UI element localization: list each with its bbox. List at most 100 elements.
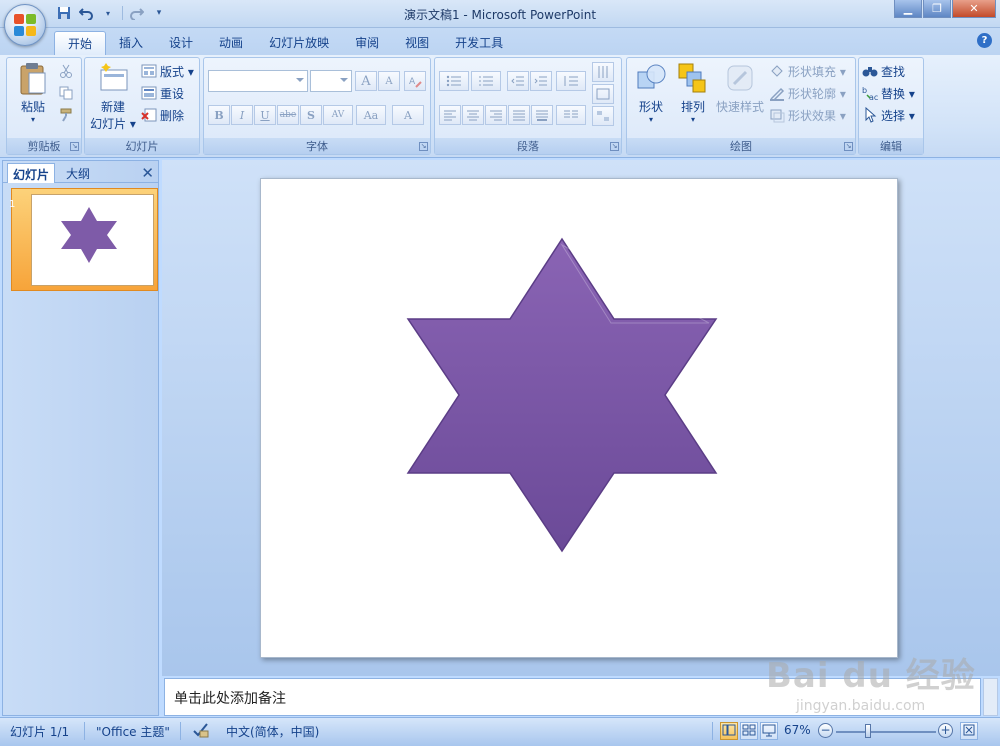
quick-styles-label: 快速样式 [715, 100, 764, 114]
language-status[interactable]: 中文(简体，中国) [226, 723, 319, 740]
notes-scrollbar[interactable] [983, 678, 998, 716]
tab-slideshow[interactable]: 幻灯片放映 [256, 31, 342, 55]
tab-review[interactable]: 审阅 [342, 31, 392, 55]
quick-styles-button[interactable]: 快速样式 [713, 62, 767, 115]
shapes-label: 形状 [638, 100, 663, 114]
delete-button[interactable]: 删除 [141, 105, 184, 125]
align-text-icon [596, 88, 610, 100]
slide-sorter-view-button[interactable] [740, 722, 758, 740]
group-slides: 新建 幻灯片 ▾ 版式 ▾ 重设 删除 幻灯片 [84, 57, 200, 155]
underline-button[interactable]: U [254, 105, 276, 125]
spellcheck-icon[interactable] [192, 721, 210, 742]
align-right-button[interactable] [485, 105, 507, 125]
tab-animations[interactable]: 动画 [206, 31, 256, 55]
group-label-editing: 编辑 [859, 138, 923, 154]
bold-button[interactable]: B [208, 105, 230, 125]
justify-button[interactable] [508, 105, 530, 125]
font-color-button[interactable]: A [392, 105, 424, 125]
char-spacing-button[interactable]: AV [323, 105, 353, 125]
align-left-button[interactable] [439, 105, 461, 125]
six-point-star-shape[interactable] [403, 237, 721, 553]
shape-effects-button[interactable]: 形状效果 ▾ [769, 105, 846, 125]
grow-font-button[interactable]: A [355, 71, 377, 91]
tab-view[interactable]: 视图 [392, 31, 442, 55]
slide-editing-area [162, 160, 1000, 676]
tab-outline[interactable]: 大纲 [61, 163, 95, 183]
change-case-button[interactable]: Aa [356, 105, 386, 125]
slideshow-view-button[interactable] [760, 722, 778, 740]
close-pane-icon[interactable]: ✕ [141, 164, 154, 182]
shape-outline-button[interactable]: 形状轮廓 ▾ [769, 83, 846, 103]
zoom-level[interactable]: 67% [784, 723, 811, 737]
clear-format-button[interactable]: A [404, 71, 426, 91]
star-thumbnail-icon [61, 207, 117, 263]
replace-button[interactable]: b ac 替换 ▾ [862, 83, 915, 103]
font-size-combo[interactable] [310, 70, 352, 92]
new-slide-button[interactable]: 新建 幻灯片 ▾ [89, 62, 137, 132]
shapes-icon [635, 62, 667, 94]
group-label-paragraph: 段落 [435, 138, 621, 154]
smartart-button[interactable] [592, 106, 614, 126]
tab-design[interactable]: 设计 [156, 31, 206, 55]
decrease-indent-button[interactable] [507, 71, 529, 91]
dialog-launcher-icon[interactable]: ↘ [419, 142, 428, 151]
reset-button[interactable]: 重设 [141, 83, 184, 103]
chevron-down-icon [296, 78, 304, 82]
smartart-icon [597, 111, 609, 121]
shadow-button[interactable]: S [300, 105, 322, 125]
help-icon[interactable]: ? [977, 33, 992, 48]
strikethrough-button[interactable]: abe [277, 105, 299, 125]
line-spacing-button[interactable] [556, 71, 586, 91]
find-button[interactable]: 查找 [862, 61, 905, 81]
paste-button[interactable]: 粘贴 ▾ [13, 62, 53, 124]
status-separator [712, 722, 713, 740]
fit-to-window-button[interactable] [960, 722, 978, 740]
shape-fill-button[interactable]: 形状填充 ▾ [769, 61, 846, 81]
zoom-in-button[interactable]: + [938, 723, 953, 738]
copy-icon[interactable] [59, 86, 75, 102]
minimize-button[interactable]: ▁ [894, 0, 922, 18]
tab-insert[interactable]: 插入 [106, 31, 156, 55]
slide-canvas[interactable] [260, 178, 898, 658]
cut-icon[interactable] [59, 64, 75, 80]
notes-pane[interactable]: 单击此处添加备注 [164, 678, 981, 716]
align-center-icon [467, 110, 479, 121]
office-button[interactable] [4, 4, 46, 46]
select-button[interactable]: 选择 ▾ [862, 105, 915, 125]
zoom-out-button[interactable]: − [818, 723, 833, 738]
increase-indent-button[interactable] [530, 71, 552, 91]
columns-button[interactable] [556, 105, 586, 125]
text-direction-button[interactable] [592, 62, 614, 82]
pen-icon [769, 85, 785, 102]
format-painter-icon[interactable] [59, 108, 75, 124]
clear-format-icon: A [409, 77, 422, 88]
shapes-button[interactable]: 形状 ▾ [631, 62, 671, 124]
slide-thumbnail-1[interactable] [11, 188, 158, 291]
bullets-button[interactable] [439, 71, 469, 91]
line-spacing-icon [564, 76, 578, 86]
italic-button[interactable]: I [231, 105, 253, 125]
cursor-arrow-icon [862, 106, 878, 123]
align-text-button[interactable] [592, 84, 614, 104]
dialog-launcher-icon[interactable]: ↘ [70, 142, 79, 151]
zoom-slider-thumb[interactable] [865, 724, 871, 738]
shrink-font-button[interactable]: A [378, 71, 400, 91]
zoom-slider-track[interactable] [836, 731, 936, 733]
layout-button[interactable]: 版式 ▾ [141, 61, 194, 81]
dialog-launcher-icon[interactable]: ↘ [610, 142, 619, 151]
dialog-launcher-icon[interactable]: ↘ [844, 142, 853, 151]
numbering-button[interactable] [471, 71, 501, 91]
maximize-button[interactable]: ❐ [923, 0, 951, 18]
font-name-combo[interactable] [208, 70, 308, 92]
tab-slides-thumbnails[interactable]: 幻灯片 [7, 163, 56, 183]
arrange-button[interactable]: 排列 ▾ [673, 62, 713, 124]
slide-number: 1 [9, 199, 16, 210]
align-center-button[interactable] [462, 105, 484, 125]
tab-developer[interactable]: 开发工具 [442, 31, 516, 55]
distribute-button[interactable] [531, 105, 553, 125]
close-button[interactable]: ✕ [952, 0, 996, 18]
theme-status[interactable]: "Office 主题" [96, 723, 170, 740]
ribbon-tabs: 开始 插入 设计 动画 幻灯片放映 审阅 视图 开发工具 [54, 31, 516, 55]
tab-home[interactable]: 开始 [54, 31, 107, 55]
normal-view-button[interactable] [720, 722, 738, 740]
